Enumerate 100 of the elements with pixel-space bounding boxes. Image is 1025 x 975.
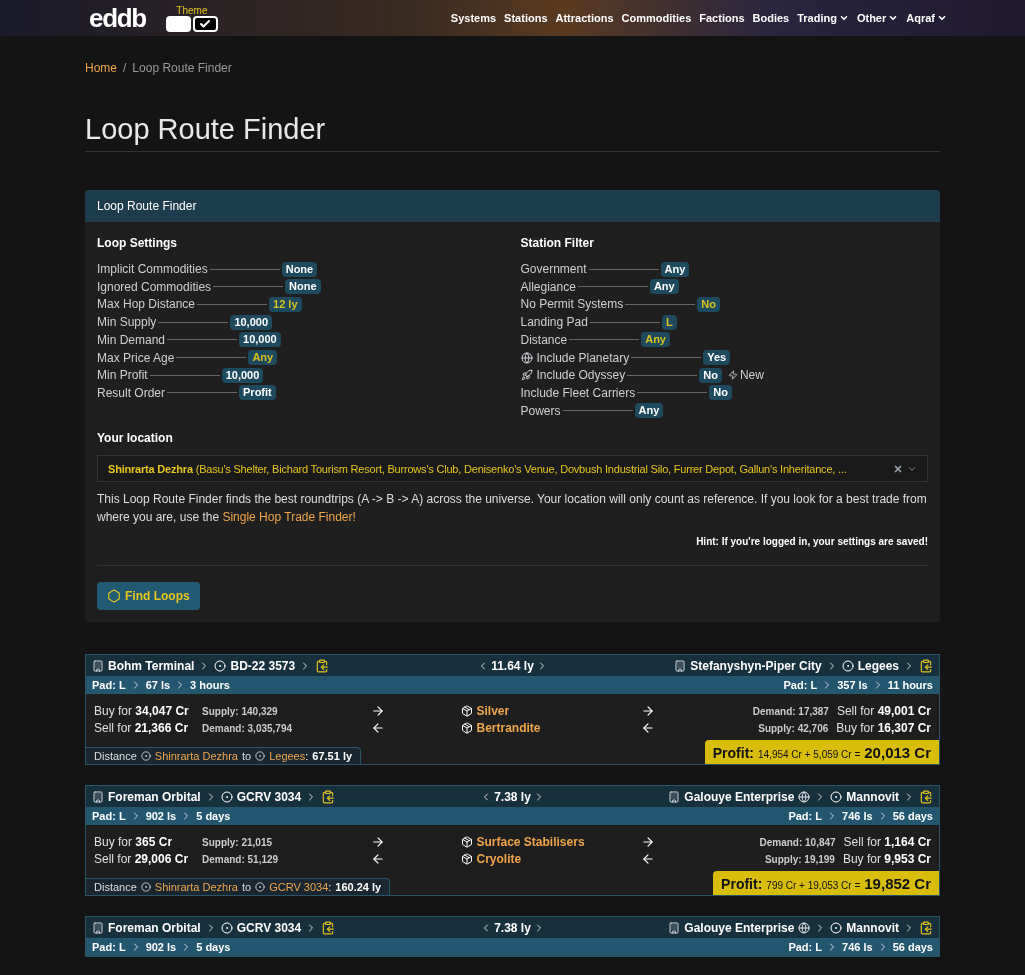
copy-icon[interactable] [919,658,933,673]
theme-toggle[interactable] [165,15,191,32]
price-age: 5 days [196,940,231,956]
price-age: 5 days [196,809,231,825]
price-age: 3 hours [190,678,230,694]
nav-link[interactable]: Other [856,9,899,27]
setting-value[interactable]: Yes [703,350,731,366]
setting-label: Min Demand [97,331,166,349]
copy-icon[interactable] [315,658,330,673]
nav-link[interactable]: Systems [450,9,497,27]
copy-icon[interactable] [321,789,336,804]
setting-value[interactable]: No [697,296,720,312]
setting-label: Include Fleet Carriers [520,384,636,402]
check-icon [199,17,212,30]
trade-finder-link[interactable]: Single Hop Trade Finder! [222,510,356,525]
system-name[interactable]: GCRV 3034 [236,787,302,806]
pad-size: Pad: L [783,678,818,694]
hop-distance: 11.64 ly [491,657,534,675]
setting-value[interactable]: No [709,385,732,401]
nav-link[interactable]: Factions [699,9,745,27]
setting-value[interactable]: 10,000 [239,332,281,348]
station-name[interactable]: Galouye Enterprise [684,918,811,937]
page-title: Loop Route Finder [85,111,940,153]
commodity-name[interactable]: Cryolite [476,850,522,869]
section-heading: Station Filter [520,235,595,253]
clear-icon[interactable] [893,463,903,474]
station-name[interactable]: Foreman Orbital [108,787,201,806]
trade-price: Buy for 16,307 Cr [836,720,931,738]
breadcrumb-current: Loop Route Finder [132,60,232,77]
system-name[interactable]: Mannovit [846,918,899,937]
target-icon [830,921,843,934]
breadcrumb-link[interactable]: Home [85,59,117,77]
setting-value[interactable]: 10,000 [221,367,264,383]
price-age: 56 days [892,940,933,956]
system-name[interactable]: GCRV 3034 [236,918,302,937]
logo[interactable]: eddb [89,5,146,31]
station-name[interactable]: Bohm Terminal [108,656,195,675]
lightning-icon [727,370,738,381]
stock-amount: Supply: 19,199 [764,852,835,867]
station-name[interactable]: Foreman Orbital [108,918,201,937]
star-distance: 67 ls [145,678,171,694]
commodity-name[interactable]: Surface Stabilisers [476,833,585,852]
nav-link[interactable]: Aqraf [906,9,947,27]
setting-value[interactable]: L [661,314,677,330]
building-icon [668,921,681,934]
nav-link[interactable]: Trading [797,9,849,27]
box-icon [460,722,473,735]
setting-value[interactable]: Any [641,332,670,348]
setting-value[interactable]: 12 ly [269,296,302,312]
station-name[interactable]: Stefanyshyn-Piper City [690,656,822,675]
setting-value[interactable]: Profit [239,385,276,401]
nav-link[interactable]: Bodies [752,9,790,27]
profit-badge: Profit: 14,954 Cr + 5,059 Cr = 20,013 Cr [704,740,939,765]
section-heading: Loop Settings [97,235,178,253]
trade-price: Sell for 29,006 Cr [94,851,190,869]
copy-icon[interactable] [321,920,336,935]
nav-link[interactable]: Attractions [555,9,614,27]
setting-value[interactable]: 10,000 [230,314,273,330]
setting-label: Powers [520,402,561,420]
nav-link[interactable]: Commodities [621,9,692,27]
globe-icon [798,790,811,803]
stock-amount: Demand: 51,129 [202,852,279,867]
setting-value[interactable]: None [285,279,321,295]
copy-icon[interactable] [919,789,933,804]
setting-value[interactable]: No [699,367,722,383]
globe-icon [798,921,811,934]
target-icon [830,790,843,803]
pad-size: Pad: L [788,940,823,956]
setting-label: No Permit Systems [520,296,624,314]
target-icon [214,659,227,672]
setting-value[interactable]: Any [660,261,690,277]
station-name[interactable]: Galouye Enterprise [684,787,811,806]
system-name[interactable]: BD-22 3573 [230,656,296,675]
setting-value[interactable]: Any [634,403,664,419]
setting-label: Max Price Age [97,349,175,367]
setting-label: Implicit Commodities [97,261,208,279]
stock-amount: Supply: 42,706 [758,721,829,736]
building-icon [92,921,104,934]
breadcrumb-separator: / [123,60,127,77]
setting-value[interactable]: Any [649,279,679,295]
copy-icon[interactable] [919,920,933,935]
location-select[interactable]: Shinrarta Dezhra (Basu's Shelter, Bichard Tourism Resort, Burrows's Club, Denisenko's Venue, Dovbush Industrial Silo, Furrer Depot, Gallun's Inheritance, ... [97,455,928,483]
setting-label: Min Profit [97,367,148,385]
box-icon [460,705,473,718]
target-icon [220,921,233,934]
setting-label: Government [520,261,587,279]
setting-value[interactable]: None [281,261,318,277]
commodity-name[interactable]: Silver [476,702,510,721]
find-loops-button[interactable]: Find Loops [97,582,200,611]
nav-link[interactable]: Stations [504,9,548,27]
star-distance: 746 ls [842,809,873,825]
star-distance: 357 ls [837,678,868,694]
box-icon [460,853,473,866]
setting-value[interactable]: Any [248,350,278,366]
system-name[interactable]: Legees [857,656,899,675]
commodity-name[interactable]: Bertrandite [476,719,541,738]
building-icon [674,659,687,672]
system-name[interactable]: Mannovit [846,787,899,806]
pad-size: Pad: L [92,940,126,956]
theme-toggle[interactable] [192,15,218,32]
